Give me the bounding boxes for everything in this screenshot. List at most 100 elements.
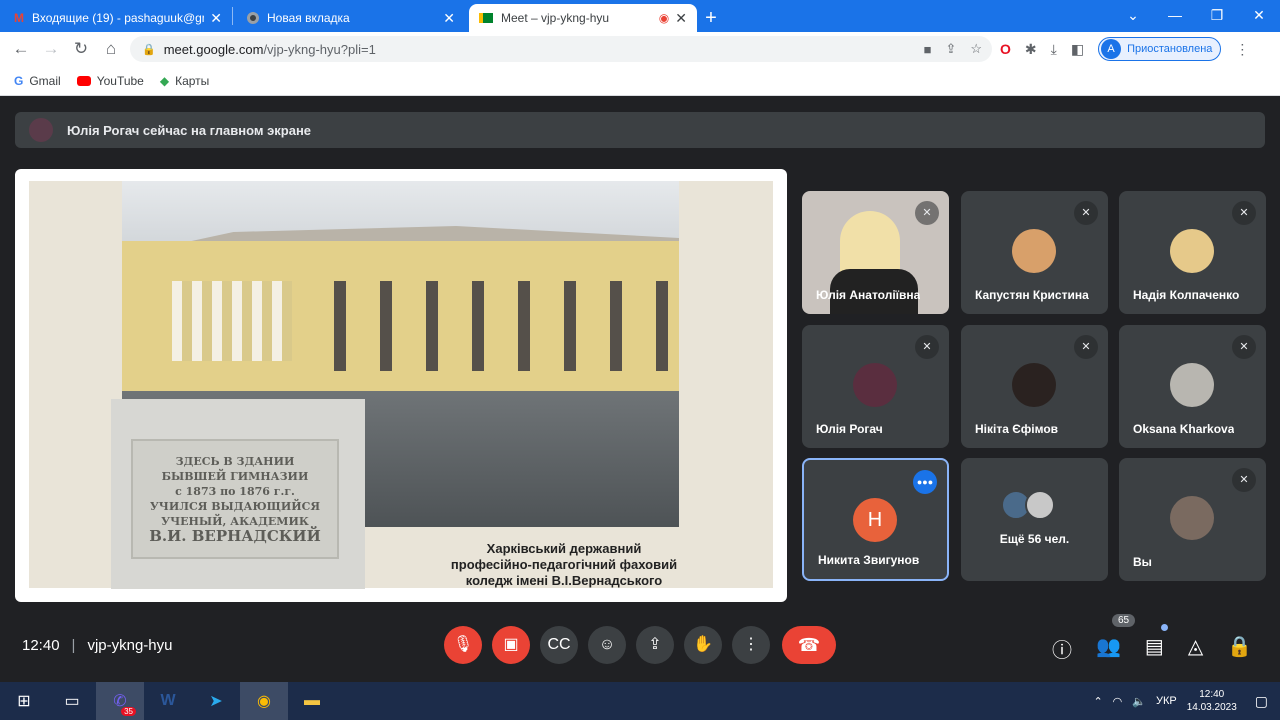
forward-icon[interactable]: → xyxy=(36,39,66,59)
reload-icon[interactable]: ↻ xyxy=(66,39,96,59)
chat-icon[interactable]: ▤ xyxy=(1145,634,1164,663)
star-icon[interactable]: ☆ xyxy=(970,41,982,57)
captions-button[interactable]: CC xyxy=(540,626,578,664)
participant-tile[interactable]: ✕ Капустян Кристина xyxy=(961,191,1108,314)
bookmark-youtube[interactable]: YouTube xyxy=(76,74,144,88)
tab-search-icon[interactable]: ⌄ xyxy=(1112,0,1154,30)
window-controls: ⌄ — ❐ ✕ xyxy=(1112,0,1280,30)
new-tab-button[interactable]: + xyxy=(697,4,725,32)
meeting-time: 12:40 xyxy=(22,637,60,654)
volume-icon[interactable]: 🔈 xyxy=(1132,695,1146,708)
system-clock[interactable]: 12:40 14.03.2023 xyxy=(1187,688,1237,714)
caption-line: коледж імені В.І.Вернадського xyxy=(465,573,663,588)
participant-tile[interactable]: ✕ Юлія Анатоліївна xyxy=(802,191,949,314)
file-explorer-icon[interactable]: ▬ xyxy=(288,682,336,720)
more-participants-label: Ещё 56 чел. xyxy=(999,532,1070,546)
close-icon[interactable]: ✕ xyxy=(210,10,222,27)
more-participants-tile[interactable]: Ещё 56 чел. xyxy=(961,458,1108,581)
present-button[interactable]: ⇪ xyxy=(636,626,674,664)
memorial-plaque: ЗДЕСЬ В ЗДАНИИ БЫВШЕЙ ГИМНАЗИИ с 1873 по… xyxy=(131,439,339,559)
mic-off-icon: ✕ xyxy=(1232,468,1256,492)
lock-icon: 🔒 xyxy=(142,43,156,56)
mic-off-icon: ✕ xyxy=(915,201,939,225)
clock-date: 14.03.2023 xyxy=(1186,702,1237,713)
participant-tile[interactable]: ✕ Нікіта Єфімов xyxy=(961,325,1108,448)
maps-icon: ◆ xyxy=(159,73,170,88)
avatar xyxy=(1170,363,1214,407)
speaking-icon: ●●● xyxy=(913,470,937,494)
share-icon[interactable]: ⇪ xyxy=(945,41,956,57)
bookmark-label: Карты xyxy=(175,73,210,88)
presentation-banner: Юлія Рогач сейчас на главном экране xyxy=(15,112,1265,148)
profile-status: Приостановлена xyxy=(1127,43,1213,55)
restore-icon[interactable]: ❐ xyxy=(1196,0,1238,30)
tab-new[interactable]: Новая вкладка ✕ xyxy=(237,4,465,32)
activities-icon[interactable]: ◬ xyxy=(1188,634,1203,663)
extensions-icon[interactable]: ✱ xyxy=(1025,41,1037,58)
wifi-icon[interactable]: ◠ xyxy=(1113,695,1123,708)
self-tile[interactable]: ✕ Вы xyxy=(1119,458,1266,581)
address-bar[interactable]: 🔒 meet.google.com/vjp-ykng-hyu?pli=1 ■ ⇪… xyxy=(130,36,992,62)
bookmark-maps[interactable]: ◆ Карты xyxy=(160,74,209,88)
info-icon[interactable]: ⓘ xyxy=(1052,634,1072,663)
main-stage[interactable]: ЗДЕСЬ В ЗДАНИИ БЫВШЕЙ ГИМНАЗИИ с 1873 по… xyxy=(15,169,787,602)
task-view-icon[interactable]: ▭ xyxy=(48,682,96,720)
more-options-button[interactable]: ⋮ xyxy=(732,626,770,664)
participant-tile[interactable]: ✕ Юлія Рогач xyxy=(802,325,949,448)
chrome-icon xyxy=(247,12,259,24)
avatar xyxy=(1012,363,1056,407)
minimize-icon[interactable]: — xyxy=(1154,0,1196,30)
telegram-icon[interactable]: ➤ xyxy=(192,682,240,720)
avatar xyxy=(29,118,53,142)
bookmark-label: Gmail xyxy=(29,73,61,88)
url-path: /vjp-ykng-hyu?pli=1 xyxy=(263,41,376,57)
google-icon: G xyxy=(14,73,24,88)
meeting-info: 12:40 | vjp-ykng-hyu xyxy=(22,637,173,654)
mic-off-icon: ✕ xyxy=(1074,201,1098,225)
profile-button[interactable]: A Приостановлена xyxy=(1098,37,1222,61)
word-icon[interactable]: W xyxy=(144,682,192,720)
emoji-button[interactable]: ☺ xyxy=(588,626,626,664)
home-icon[interactable]: ⌂ xyxy=(96,39,126,59)
recording-icon: ◉ xyxy=(658,11,670,25)
bookmark-gmail[interactable]: G Gmail xyxy=(14,74,61,88)
divider: | xyxy=(71,637,76,654)
close-icon[interactable]: ✕ xyxy=(675,10,687,27)
participant-tile-speaking[interactable]: ●●● Н Никита Звигунов xyxy=(802,458,949,581)
leave-call-button[interactable]: ☎ xyxy=(782,626,836,664)
chat-notification-dot xyxy=(1161,624,1168,631)
youtube-icon xyxy=(76,75,91,86)
language-indicator[interactable]: УКР xyxy=(1156,695,1177,707)
host-controls-icon[interactable]: 🔒 xyxy=(1227,634,1252,663)
raise-hand-button[interactable]: ✋ xyxy=(684,626,722,664)
participant-name: Нікіта Єфімов xyxy=(975,422,1059,436)
sidepanel-icon[interactable]: ◧ xyxy=(1071,41,1084,58)
camera-icon[interactable]: ■ xyxy=(924,42,932,57)
viber-icon[interactable]: ✆ 35 xyxy=(96,682,144,720)
people-icon[interactable]: 👥 xyxy=(1096,634,1121,663)
windows-start-icon[interactable]: ⊞ xyxy=(0,682,48,720)
mic-off-icon: ✕ xyxy=(915,335,939,359)
participant-tile[interactable]: ✕ Oksana Kharkova xyxy=(1119,325,1266,448)
participant-tile[interactable]: ✕ Надія Колпаченко xyxy=(1119,191,1266,314)
clock-time: 12:40 xyxy=(1199,689,1225,700)
tab-gmail[interactable]: M Входящие (19) - pashaguuk@gmail.com ✕ xyxy=(4,4,232,32)
notifications-icon[interactable]: ▢ xyxy=(1255,693,1268,710)
banner-text: Юлія Рогач сейчас на главном экране xyxy=(67,122,312,138)
close-window-icon[interactable]: ✕ xyxy=(1238,0,1280,30)
avatar: Н xyxy=(853,498,897,542)
participant-name: Oksana Kharkova xyxy=(1133,422,1235,436)
download-icon[interactable]: ⤓ xyxy=(1051,41,1057,58)
back-icon[interactable]: ← xyxy=(6,39,36,59)
opera-icon[interactable]: O xyxy=(1000,41,1011,57)
tab-meet[interactable]: Meet – vjp-ykng-hyu ◉ ✕ xyxy=(469,4,697,32)
chevron-up-icon[interactable]: ⌃ xyxy=(1093,695,1102,708)
mic-off-button[interactable]: 🎙 xyxy=(444,626,482,664)
chrome-icon[interactable]: ◉ xyxy=(240,682,288,720)
menu-icon[interactable]: ⋮ xyxy=(1235,41,1249,58)
caption-line: Харківський державний xyxy=(486,541,642,556)
camera-off-button[interactable]: ▣ xyxy=(492,626,530,664)
close-icon[interactable]: ✕ xyxy=(443,10,455,27)
system-tray: ⌃ ◠ 🔈 УКР 12:40 14.03.2023 ▢ xyxy=(1093,682,1280,720)
tab-strip: M Входящие (19) - pashaguuk@gmail.com ✕ … xyxy=(0,0,1280,32)
